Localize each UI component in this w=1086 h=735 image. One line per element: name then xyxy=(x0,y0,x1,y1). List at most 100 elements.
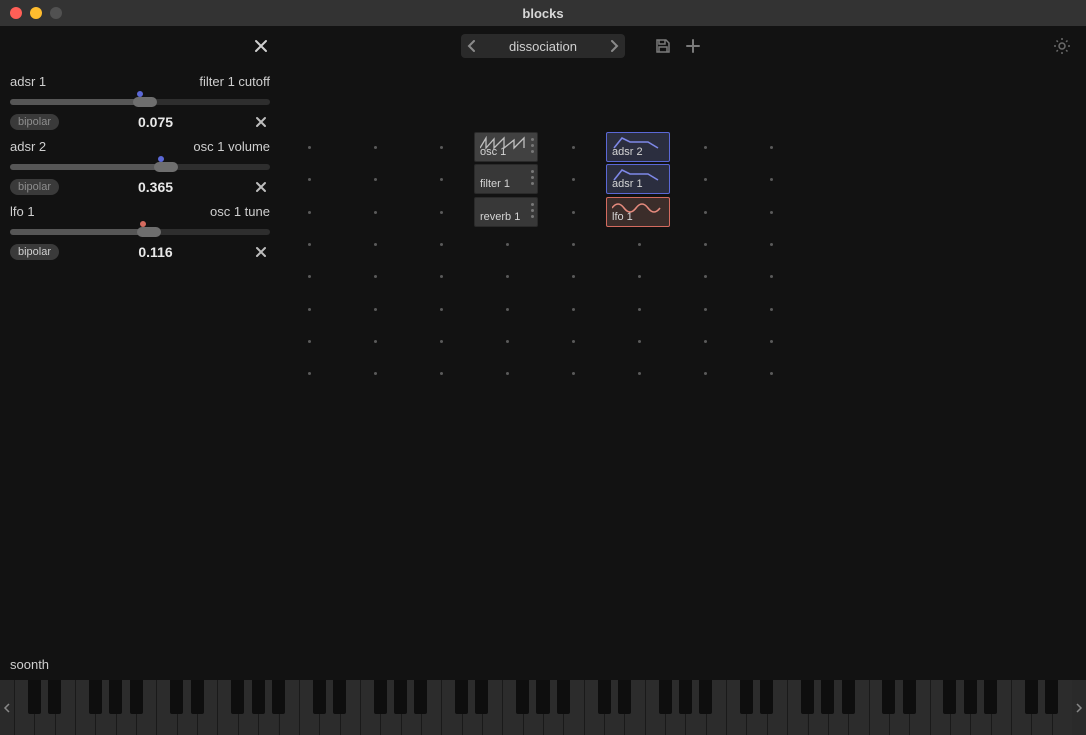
grid-dot xyxy=(308,308,311,311)
grid-dot xyxy=(572,275,575,278)
black-key[interactable] xyxy=(740,680,753,714)
block-adsr1[interactable]: adsr 1 xyxy=(606,164,670,194)
black-key[interactable] xyxy=(842,680,855,714)
grid-dot xyxy=(572,178,575,181)
zoom-window-button[interactable] xyxy=(50,7,62,19)
black-key[interactable] xyxy=(170,680,183,714)
black-key[interactable] xyxy=(984,680,997,714)
grid-dot xyxy=(704,340,707,343)
black-key[interactable] xyxy=(374,680,387,714)
black-key[interactable] xyxy=(943,680,956,714)
toolbar-actions xyxy=(653,36,703,56)
black-key[interactable] xyxy=(659,680,672,714)
black-key[interactable] xyxy=(536,680,549,714)
black-key[interactable] xyxy=(89,680,102,714)
grid-dot xyxy=(308,146,311,149)
mod-amount-slider[interactable] xyxy=(10,93,270,109)
preset-next-button[interactable] xyxy=(603,34,625,58)
black-key[interactable] xyxy=(618,680,631,714)
settings-button[interactable] xyxy=(1052,36,1072,56)
add-button[interactable] xyxy=(683,36,703,56)
black-key[interactable] xyxy=(191,680,204,714)
chevron-right-icon xyxy=(1075,703,1083,713)
black-key[interactable] xyxy=(1045,680,1058,714)
piano-keys[interactable] xyxy=(14,680,1072,735)
black-key[interactable] xyxy=(231,680,244,714)
black-key[interactable] xyxy=(1025,680,1038,714)
block-filter1[interactable]: filter 1 xyxy=(474,164,538,194)
black-key[interactable] xyxy=(252,680,265,714)
black-key[interactable] xyxy=(28,680,41,714)
block-handle-icon[interactable] xyxy=(531,138,534,153)
black-key[interactable] xyxy=(414,680,427,714)
black-key[interactable] xyxy=(557,680,570,714)
black-key[interactable] xyxy=(882,680,895,714)
modulation-row: lfo 1 osc 1 tune bipolar 0.116 xyxy=(10,200,270,261)
grid-dot xyxy=(440,146,443,149)
titlebar: blocks xyxy=(0,0,1086,26)
black-key[interactable] xyxy=(333,680,346,714)
save-icon xyxy=(655,38,671,54)
block-lfo1[interactable]: lfo 1 xyxy=(606,197,670,227)
toolbar: dissociation xyxy=(0,26,1086,66)
minimize-window-button[interactable] xyxy=(30,7,42,19)
black-key[interactable] xyxy=(455,680,468,714)
remove-mod-button[interactable] xyxy=(252,113,270,131)
chevron-left-icon xyxy=(467,40,477,52)
grid-dot xyxy=(704,178,707,181)
mod-source-label: lfo 1 xyxy=(10,204,35,219)
close-sidebar-button[interactable] xyxy=(250,35,272,57)
grid-dot xyxy=(308,340,311,343)
black-key[interactable] xyxy=(394,680,407,714)
grid-dot xyxy=(374,243,377,246)
black-key[interactable] xyxy=(699,680,712,714)
black-key[interactable] xyxy=(964,680,977,714)
black-key[interactable] xyxy=(760,680,773,714)
black-key[interactable] xyxy=(475,680,488,714)
grid-dot xyxy=(770,146,773,149)
mod-amount-value: 0.365 xyxy=(138,179,173,195)
mod-amount-slider[interactable] xyxy=(10,223,270,239)
black-key[interactable] xyxy=(516,680,529,714)
grid-dot xyxy=(440,372,443,375)
grid-dot xyxy=(308,275,311,278)
remove-mod-button[interactable] xyxy=(252,243,270,261)
modulation-sidebar: adsr 1 filter 1 cutoff bipolar 0.075 ads… xyxy=(0,66,280,680)
black-key[interactable] xyxy=(679,680,692,714)
block-handle-icon[interactable] xyxy=(531,203,534,218)
save-button[interactable] xyxy=(653,36,673,56)
octave-up-button[interactable] xyxy=(1072,680,1086,735)
mod-target-label: osc 1 volume xyxy=(193,139,270,154)
black-key[interactable] xyxy=(272,680,285,714)
piano-keyboard xyxy=(0,680,1086,735)
grid-dot xyxy=(572,340,575,343)
grid-dot xyxy=(374,211,377,214)
block-osc1[interactable]: osc 1 xyxy=(474,132,538,162)
black-key[interactable] xyxy=(801,680,814,714)
black-key[interactable] xyxy=(48,680,61,714)
bipolar-toggle[interactable]: bipolar xyxy=(10,179,59,195)
mod-amount-slider[interactable] xyxy=(10,158,270,174)
block-reverb1[interactable]: reverb 1 xyxy=(474,197,538,227)
black-key[interactable] xyxy=(903,680,916,714)
bipolar-toggle[interactable]: bipolar xyxy=(10,244,59,260)
black-key[interactable] xyxy=(130,680,143,714)
octave-down-button[interactable] xyxy=(0,680,14,735)
chevron-right-icon xyxy=(609,40,619,52)
remove-mod-button[interactable] xyxy=(252,178,270,196)
close-window-button[interactable] xyxy=(10,7,22,19)
black-key[interactable] xyxy=(598,680,611,714)
black-key[interactable] xyxy=(109,680,122,714)
grid-dot xyxy=(440,275,443,278)
preset-name[interactable]: dissociation xyxy=(483,39,603,54)
block-adsr2[interactable]: adsr 2 xyxy=(606,132,670,162)
preset-prev-button[interactable] xyxy=(461,34,483,58)
bipolar-toggle[interactable]: bipolar xyxy=(10,114,59,130)
grid-dot xyxy=(770,372,773,375)
black-key[interactable] xyxy=(313,680,326,714)
block-canvas[interactable]: osc 1filter 1reverb 1 adsr 2adsr 1lfo 1 xyxy=(280,66,1086,680)
block-handle-icon[interactable] xyxy=(531,170,534,185)
black-key[interactable] xyxy=(821,680,834,714)
grid-dot xyxy=(704,243,707,246)
close-icon xyxy=(255,181,267,193)
